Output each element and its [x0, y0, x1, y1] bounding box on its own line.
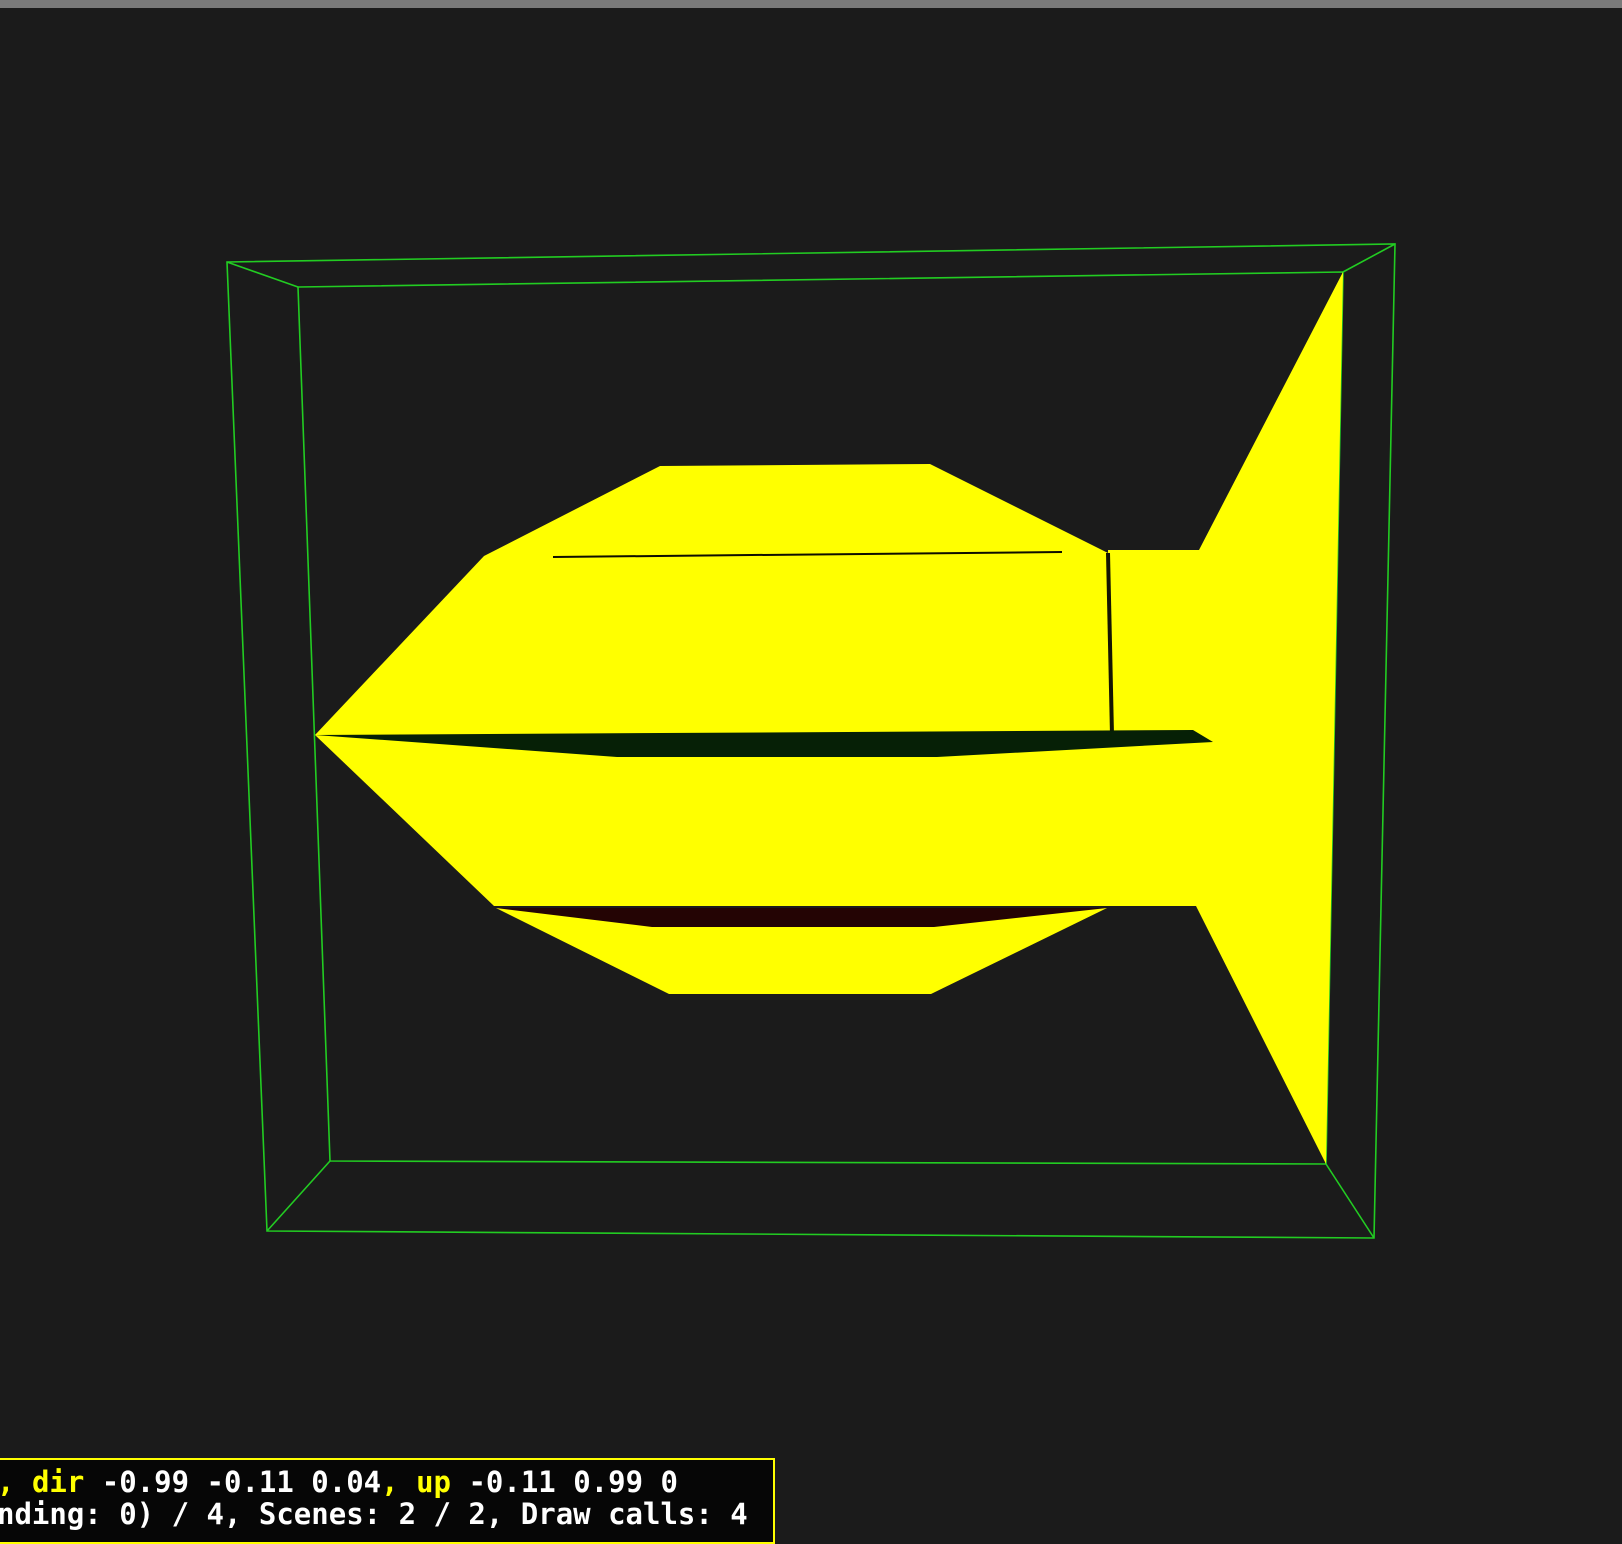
hud-up-label: up: [416, 1465, 451, 1499]
model-tail-fin: [1108, 272, 1343, 1164]
bounding-box-edge: [1342, 243, 1396, 273]
window-top-edge: [0, 0, 1622, 8]
hud-dir-value: -0.99 -0.11 0.04: [84, 1465, 382, 1499]
bounding-box-edge: [266, 1160, 331, 1232]
hud-status-panel: , dir -0.99 -0.11 0.04, up -0.11 0.99 0 …: [0, 1458, 775, 1544]
hud-separator: ,: [0, 1465, 14, 1499]
3d-viewport[interactable]: [0, 8, 1622, 1544]
scene-canvas[interactable]: [0, 8, 1622, 1544]
bounding-box-edge: [226, 261, 299, 288]
model-body-lower: [315, 733, 1112, 906]
hud-separator: ,: [381, 1465, 399, 1499]
model-body-upper: [315, 464, 1112, 735]
fish-model[interactable]: [315, 272, 1343, 1164]
hud-stats-line: nding: 0) / 4, Scenes: 2 / 2, Draw calls…: [0, 1497, 748, 1531]
hud-up-value: -0.11 0.99 0: [451, 1465, 678, 1499]
bounding-box-edge: [1325, 1163, 1375, 1239]
hud-camera-line: , dir -0.99 -0.11 0.04, up -0.11 0.99 0: [0, 1466, 678, 1498]
hud-dir-label: dir: [31, 1465, 85, 1499]
